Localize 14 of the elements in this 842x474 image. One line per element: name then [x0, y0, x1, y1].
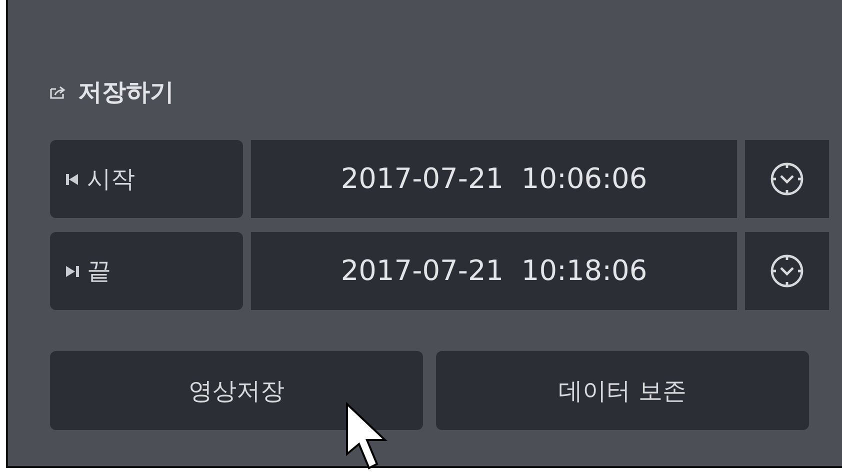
time-label-text: 끝: [87, 256, 111, 287]
datetime-field[interactable]: 2017-07-21 10:06:06: [251, 140, 737, 218]
time-picker-button[interactable]: [745, 140, 829, 218]
skip-forward-icon: [66, 264, 79, 278]
skip-back-icon: [66, 172, 79, 186]
time-picker-button[interactable]: [745, 232, 829, 310]
clock-icon: [769, 253, 805, 289]
export-icon: [50, 86, 66, 98]
action-button[interactable]: 데이터 보존: [436, 351, 809, 430]
datetime-field[interactable]: 2017-07-21 10:18:06: [251, 232, 737, 310]
time-label-text: 시작: [87, 164, 135, 195]
action-button[interactable]: 영상저장: [50, 351, 423, 430]
clock-icon: [769, 161, 805, 197]
panel-title: 저장하기: [78, 77, 174, 108]
